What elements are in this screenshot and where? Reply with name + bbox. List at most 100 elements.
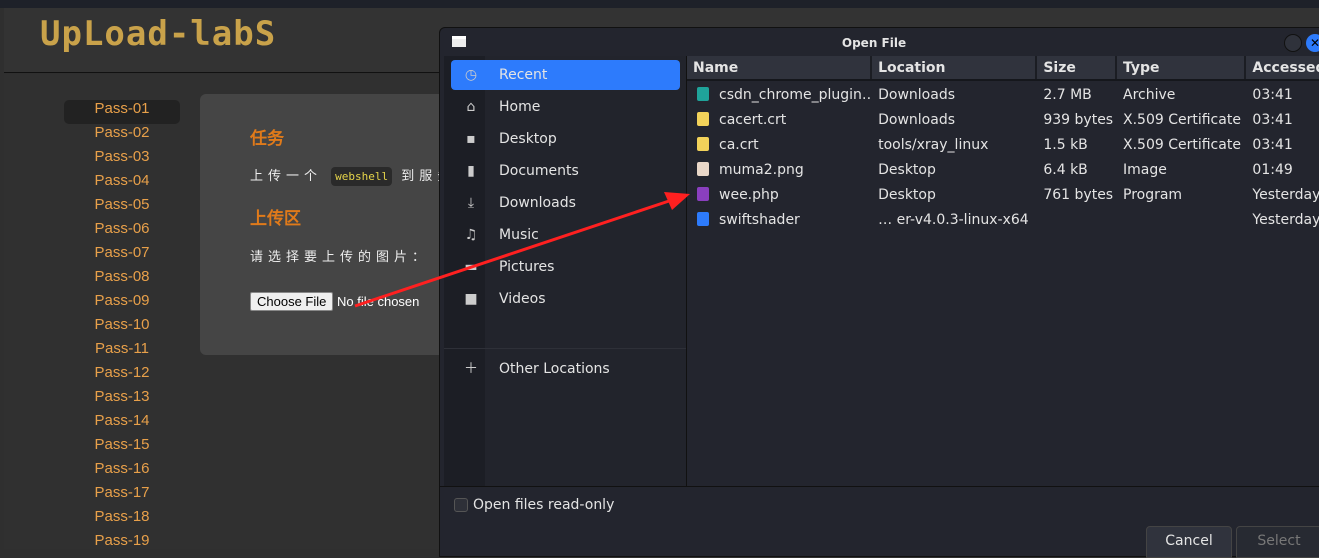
close-button[interactable]: ✕ xyxy=(1306,34,1319,52)
download-icon: ⤓ xyxy=(467,195,475,211)
dialog-title: Open File xyxy=(841,36,907,50)
file-size xyxy=(1037,208,1117,233)
open-file-dialog: Open File ✕ ◷ Recent ⌂ Home ▪ Desktop ▮ Documen… xyxy=(439,27,1319,558)
file-row[interactable]: cacert.crt Downloads 939 bytes X.509 Certif… xyxy=(687,108,1319,133)
place-other-locations[interactable]: ＋ Other Locations xyxy=(451,354,680,384)
picture-icon: ▬ xyxy=(464,259,478,275)
file-type: X.509 Certificate xyxy=(1123,112,1241,128)
file-accessed: 01:49 xyxy=(1252,162,1293,178)
nav-item-pass-11[interactable]: Pass-11 xyxy=(64,340,180,364)
col-accessed[interactable]: Accessed xyxy=(1246,56,1319,79)
place-label: Other Locations xyxy=(499,361,610,377)
upload-heading: 上传区 xyxy=(250,209,301,229)
dialog-footer: Open files read-only Cancel Select xyxy=(440,486,1319,558)
home-icon: ⌂ xyxy=(466,99,476,115)
file-name: swiftshader xyxy=(687,208,872,233)
file-location: Desktop xyxy=(878,162,936,178)
place-downloads[interactable]: ⤓ Downloads xyxy=(451,188,680,218)
place-pictures[interactable]: ▬ Pictures xyxy=(451,252,680,282)
nav-item-pass-17[interactable]: Pass-17 xyxy=(64,484,180,508)
nav-item-pass-07[interactable]: Pass-07 xyxy=(64,244,180,268)
place-label: Home xyxy=(499,99,541,115)
nav-item-pass-10[interactable]: Pass-10 xyxy=(64,316,180,340)
readonly-checkbox[interactable]: Open files read-only xyxy=(454,497,614,513)
place-videos[interactable]: ■ Videos xyxy=(451,284,680,314)
nav-item-pass-19[interactable]: Pass-19 xyxy=(64,532,180,556)
document-icon: ▮ xyxy=(467,163,475,179)
file-name-text: swiftshader xyxy=(719,212,800,228)
place-desktop[interactable]: ▪ Desktop xyxy=(451,124,680,154)
nav-item-pass-18[interactable]: Pass-18 xyxy=(64,508,180,532)
nav-item-pass-05[interactable]: Pass-05 xyxy=(64,196,180,220)
col-location[interactable]: Location xyxy=(872,56,1038,79)
task-heading: 任务 xyxy=(250,129,284,149)
col-size[interactable]: Size xyxy=(1037,56,1117,79)
file-name: ca.crt xyxy=(687,133,872,158)
nav-item-pass-02[interactable]: Pass-02 xyxy=(64,124,180,148)
file-row[interactable]: wee.php Desktop 761 bytes Program Yesterday xyxy=(687,183,1319,208)
nav-item-pass-16[interactable]: Pass-16 xyxy=(64,460,180,484)
file-type: Archive xyxy=(1123,87,1176,103)
place-recent[interactable]: ◷ Recent xyxy=(451,60,680,90)
place-label: Downloads xyxy=(499,195,576,211)
site-logo: UpLoad-labS xyxy=(40,14,277,54)
nav-item-pass-06[interactable]: Pass-06 xyxy=(64,220,180,244)
nav-item-pass-15[interactable]: Pass-15 xyxy=(64,436,180,460)
place-label: Documents xyxy=(499,163,579,179)
nav-item-pass-03[interactable]: Pass-03 xyxy=(64,148,180,172)
place-music[interactable]: ♫ Music xyxy=(451,220,680,250)
file-name: wee.php xyxy=(687,183,872,208)
minimize-button[interactable] xyxy=(1284,34,1302,52)
file-name: csdn_chrome_plugin… xyxy=(687,83,872,108)
file-list-header: Name Location Size Type Accessed xyxy=(687,56,1319,81)
file-name: muma2.png xyxy=(687,158,872,183)
file-row[interactable]: swiftshader … er-v4.0.3-linux-x64 Yesterda… xyxy=(687,208,1319,233)
file-input[interactable]: Choose File No file chosen xyxy=(250,292,419,311)
file-row[interactable]: ca.crt tools/xray_linux 1.5 kB X.509 Certif… xyxy=(687,133,1319,158)
file-row[interactable]: muma2.png Desktop 6.4 kB Image 01:49 xyxy=(687,158,1319,183)
readonly-label: Open files read-only xyxy=(473,497,615,513)
place-label: Desktop xyxy=(499,131,557,147)
nav-item-pass-14[interactable]: Pass-14 xyxy=(64,412,180,436)
file-name-text: ca.crt xyxy=(719,137,759,153)
nav-item-pass-09[interactable]: Pass-09 xyxy=(64,292,180,316)
place-label: Music xyxy=(499,227,539,243)
file-size: 761 bytes xyxy=(1043,187,1114,203)
file-icon xyxy=(697,87,709,101)
place-documents[interactable]: ▮ Documents xyxy=(451,156,680,186)
file-name-text: muma2.png xyxy=(719,162,804,178)
file-row[interactable]: csdn_chrome_plugin… Downloads 2.7 MB Archiv… xyxy=(687,83,1319,108)
file-accessed: 03:41 xyxy=(1252,137,1293,153)
divider xyxy=(444,348,686,349)
task-card xyxy=(200,94,460,355)
file-type: Image xyxy=(1123,162,1167,178)
file-size: 6.4 kB xyxy=(1043,162,1088,178)
file-accessed: 03:41 xyxy=(1252,112,1293,128)
col-name[interactable]: Name xyxy=(687,56,873,79)
cancel-button[interactable]: Cancel xyxy=(1146,526,1232,558)
place-label: Videos xyxy=(499,291,546,307)
select-button[interactable]: Select xyxy=(1236,526,1319,558)
desktop-icon: ▪ xyxy=(466,131,476,147)
col-type[interactable]: Type xyxy=(1117,56,1247,79)
upload-prompt: 请选择要上传的图片： xyxy=(250,250,431,265)
place-label: Recent xyxy=(499,67,548,83)
places-sidebar: ◷ Recent ⌂ Home ▪ Desktop ▮ Documents ⤓ Downloads… xyxy=(444,56,686,486)
file-location: Downloads xyxy=(878,112,956,128)
file-icon xyxy=(697,187,709,201)
nav-item-pass-01[interactable]: Pass-01 xyxy=(64,100,180,124)
nav-item-pass-08[interactable]: Pass-08 xyxy=(64,268,180,292)
place-home[interactable]: ⌂ Home xyxy=(451,92,680,122)
checkbox[interactable] xyxy=(454,498,468,512)
nav-item-pass-12[interactable]: Pass-12 xyxy=(64,364,180,388)
file-name-text: wee.php xyxy=(719,187,779,203)
nav-item-pass-04[interactable]: Pass-04 xyxy=(64,172,180,196)
file-accessed: Yesterday xyxy=(1252,187,1319,203)
browser-top-strip xyxy=(0,0,1319,8)
no-file-text: No file chosen xyxy=(337,294,420,309)
place-label: Pictures xyxy=(499,259,555,275)
file-name-text: cacert.crt xyxy=(719,112,787,128)
choose-file-button[interactable]: Choose File xyxy=(250,292,334,311)
nav-item-pass-13[interactable]: Pass-13 xyxy=(64,388,180,412)
folder-icon xyxy=(697,212,709,226)
